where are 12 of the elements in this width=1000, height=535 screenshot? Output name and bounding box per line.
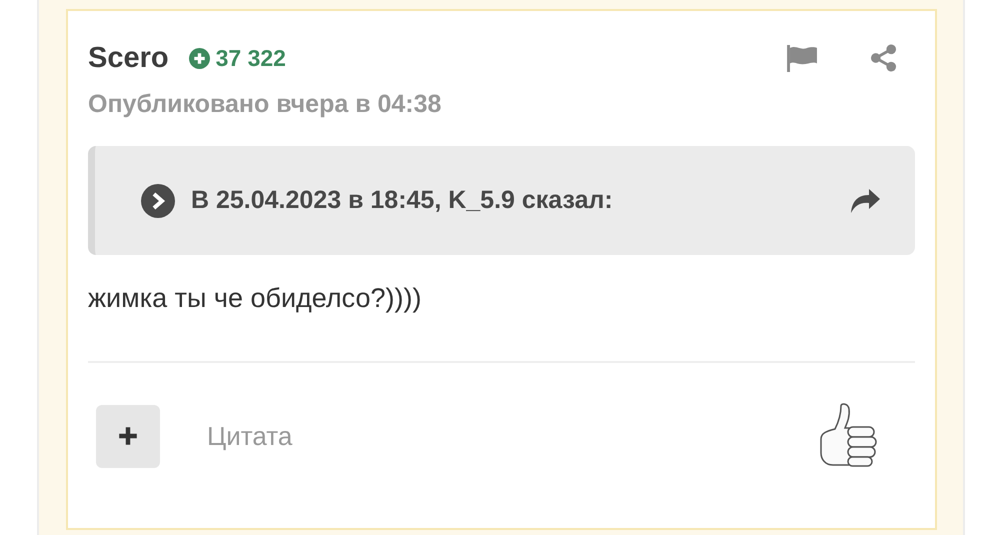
- share-icon[interactable]: [870, 44, 897, 72]
- flag-icon[interactable]: [787, 44, 818, 72]
- forward-arrow-icon[interactable]: [849, 186, 881, 214]
- add-button[interactable]: [96, 404, 160, 468]
- chevron-circle-icon[interactable]: [141, 184, 175, 218]
- post-text: жимка ты че обиделсо?)))): [88, 283, 422, 314]
- author-name[interactable]: Scero: [88, 42, 169, 74]
- quote-citation: В 25.04.2023 в 18:45, K_5.9 сказал:: [191, 186, 614, 215]
- plus-icon: [117, 425, 139, 447]
- publish-date: Опубликовано вчера в 04:38: [88, 90, 442, 119]
- plus-circle-icon: [188, 48, 210, 68]
- reputation-count: 37 322: [216, 44, 286, 72]
